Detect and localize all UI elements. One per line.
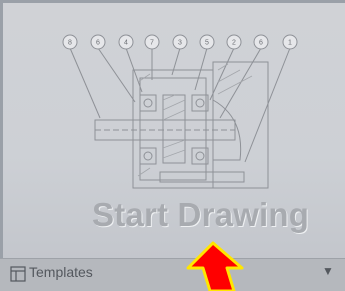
balloon-label: 6 (259, 40, 263, 47)
balloon-label: 8 (68, 40, 72, 47)
balloon-label: 1 (288, 40, 292, 47)
balloon-label: 5 (205, 40, 209, 47)
start-drawing-title[interactable]: Start Drawing (92, 196, 342, 234)
balloon-label: 6 (96, 40, 100, 47)
templates-icon (10, 266, 26, 282)
balloon-label: 4 (124, 40, 128, 47)
balloon-label: 7 (150, 40, 154, 47)
balloon-label: 3 (178, 40, 182, 47)
balloon-label: 2 (232, 40, 236, 47)
chevron-down-icon[interactable]: ▼ (322, 264, 334, 278)
templates-label[interactable]: Templates (29, 264, 93, 280)
